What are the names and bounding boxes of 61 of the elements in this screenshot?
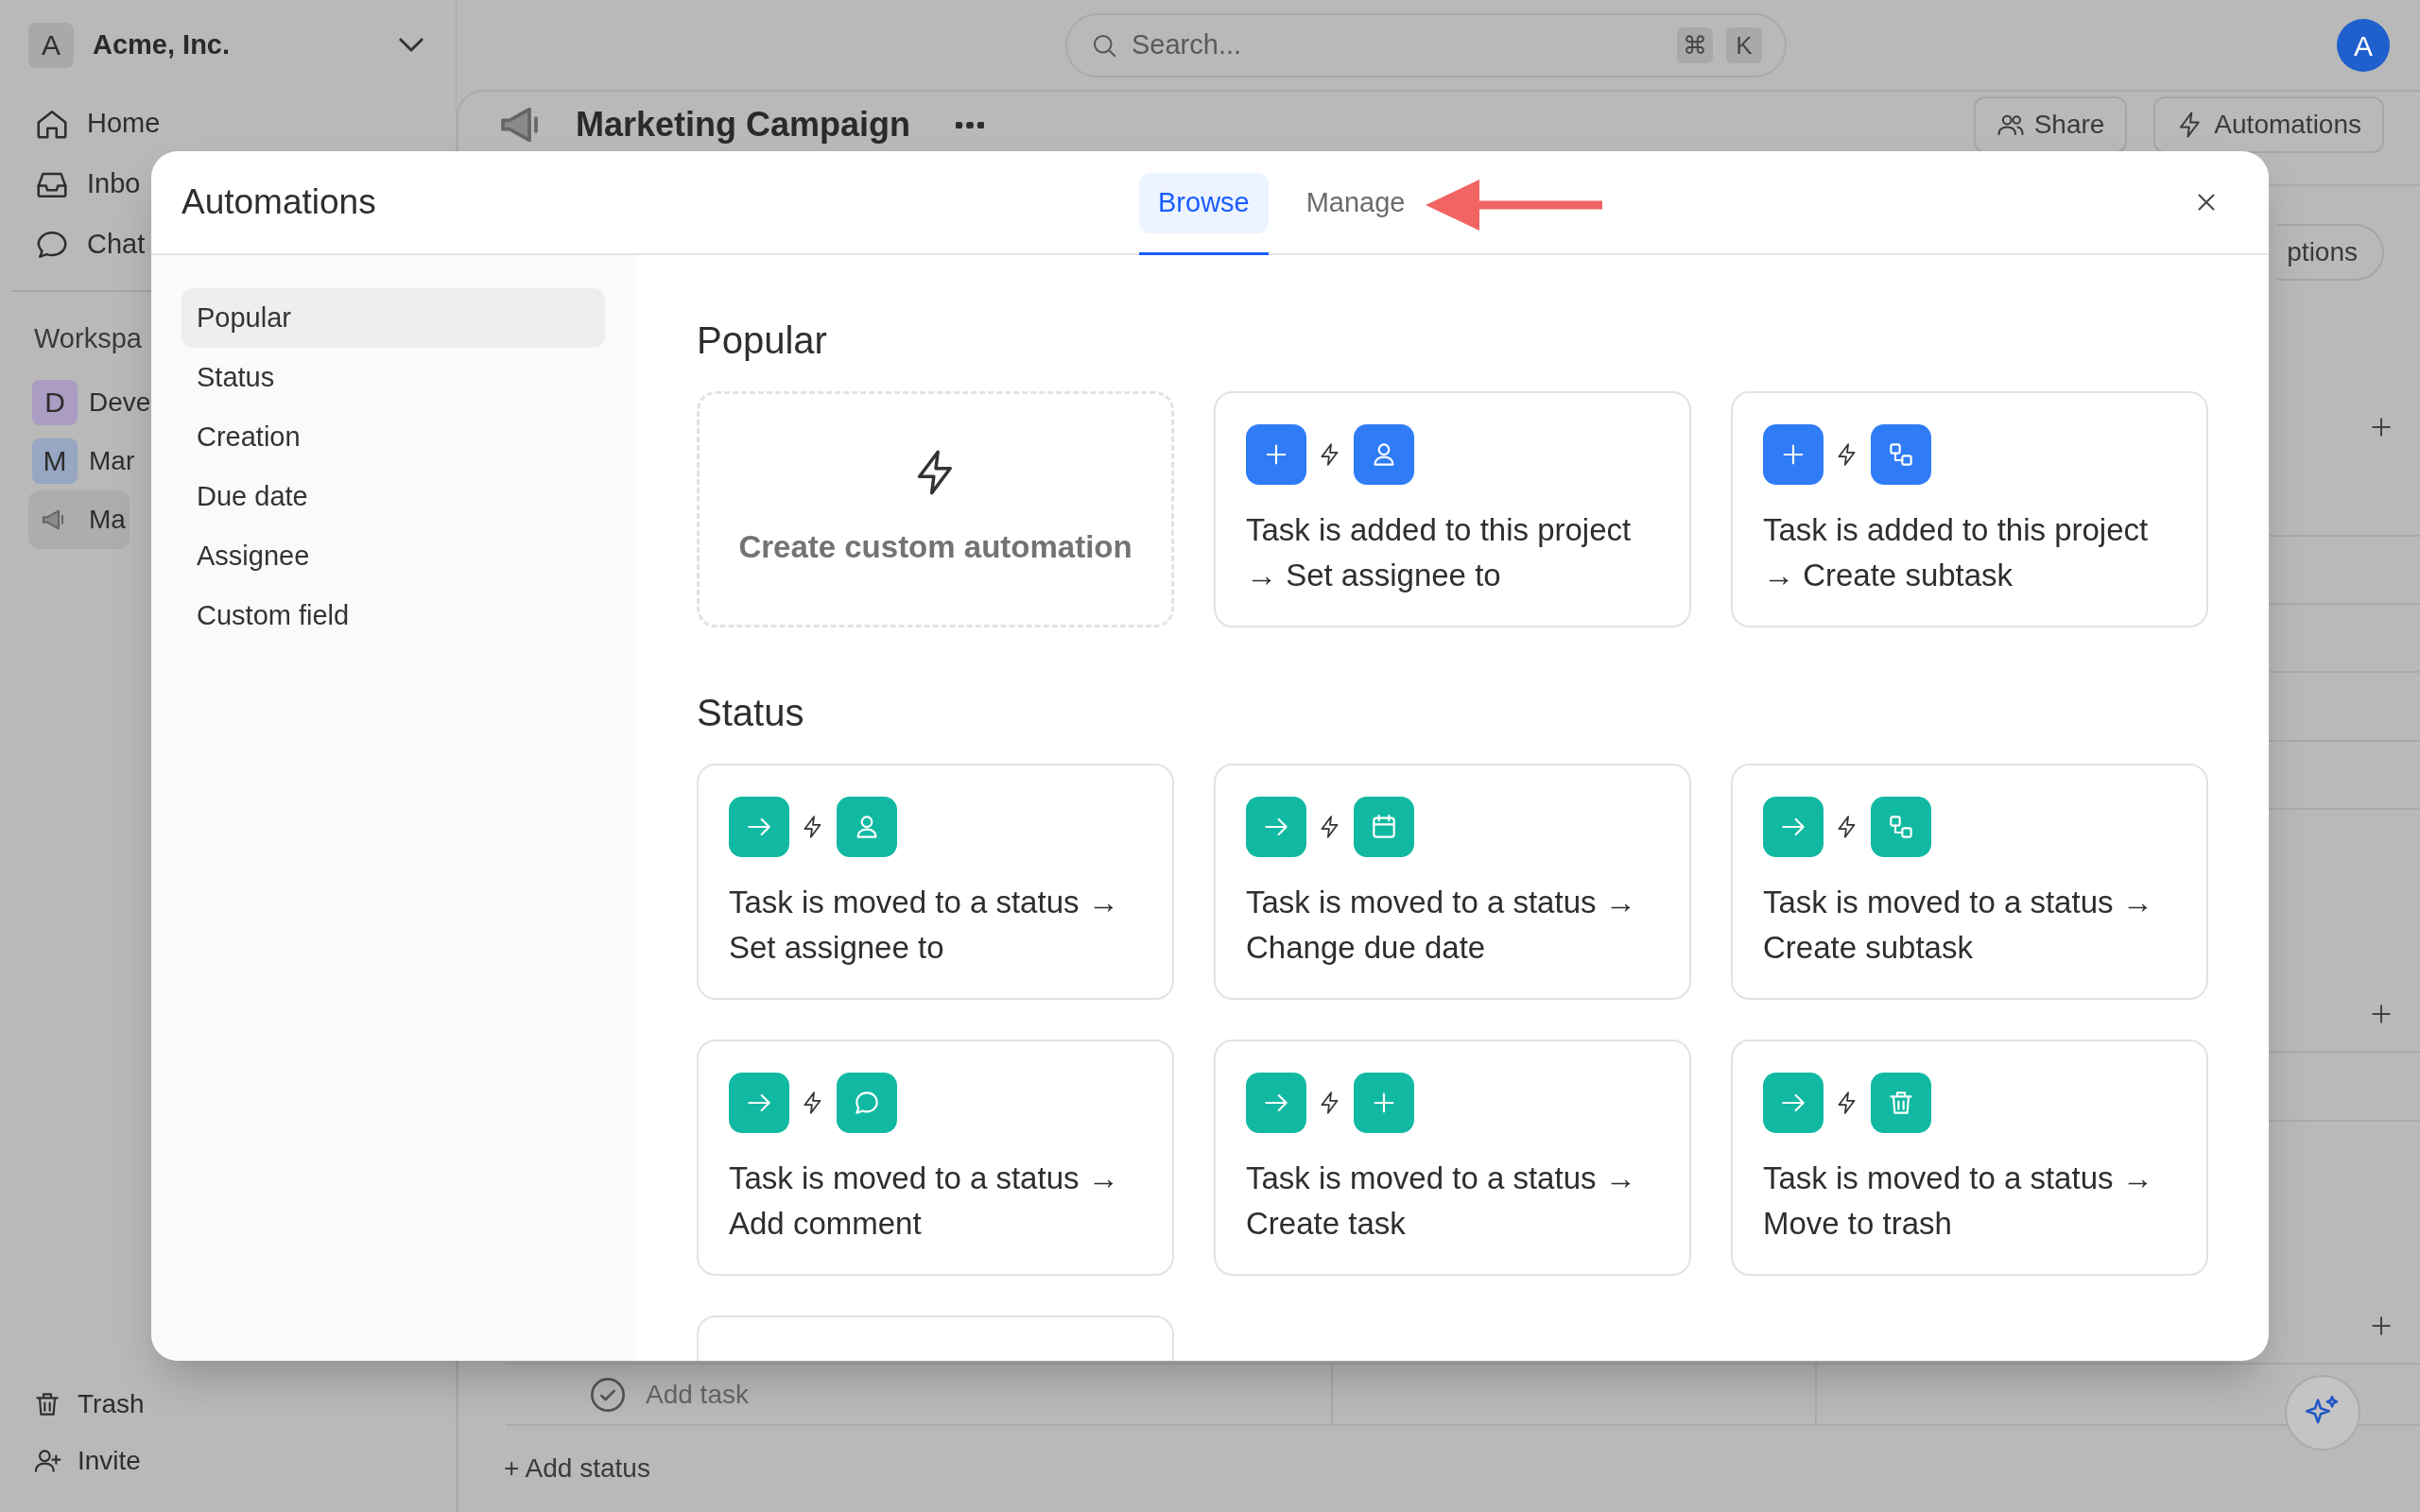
action-text: Create task xyxy=(1246,1205,1406,1243)
add-status-link[interactable]: + Add status xyxy=(504,1449,650,1488)
section-label: Workspa xyxy=(33,322,143,355)
category-item[interactable]: Popular xyxy=(182,288,605,348)
workspace-item[interactable]: D Deve xyxy=(28,372,155,432)
nav-item[interactable]: Inbo xyxy=(28,158,147,211)
automation-card[interactable]: Task is moved to a status → Create subtask xyxy=(1731,764,2208,1000)
more-button[interactable] xyxy=(956,121,985,129)
workspace-item[interactable]: M Mar xyxy=(28,431,139,490)
action-text: Set assignee to xyxy=(729,929,944,967)
nav-item[interactable]: Chat xyxy=(28,218,151,271)
automation-card[interactable]: Task is added to this project → Create subtask xyxy=(1731,391,2208,627)
automation-card[interactable]: Task is moved to a status → Change due date xyxy=(1214,764,1691,1000)
trigger-text: Task is added to this project xyxy=(1246,511,1632,549)
category-item[interactable]: Creation xyxy=(182,407,605,467)
workspace-switcher[interactable]: A Acme, Inc. xyxy=(28,0,427,90)
chevron-down-icon xyxy=(399,38,424,52)
nav-item[interactable]: Home xyxy=(28,97,166,150)
workspace-name: Acme, Inc. xyxy=(93,27,232,61)
tab[interactable]: Manage xyxy=(1287,151,1425,255)
project-title: Marketing Campaign xyxy=(576,104,911,146)
trigger-text: Task is moved to a status → xyxy=(1246,884,1636,921)
search-placeholder: Search... xyxy=(1132,28,1243,62)
action-text: Add comment xyxy=(729,1205,922,1243)
trigger-text: Task is moved to a status → xyxy=(729,884,1119,921)
trigger-text: Task is moved to a status → xyxy=(729,1160,1119,1197)
trigger-text: Task is added to this project xyxy=(1763,511,2149,549)
category-item[interactable]: Due date xyxy=(182,467,605,526)
section-title: Popular xyxy=(697,318,828,363)
workspace-item[interactable]: Ma xyxy=(28,490,130,549)
shortcut-key: K xyxy=(1726,27,1762,63)
category-item[interactable]: Assignee xyxy=(182,526,605,586)
nav-item[interactable]: Trash xyxy=(28,1376,148,1433)
trigger-text: Task is moved to a status → xyxy=(1246,1160,1636,1197)
more-icon xyxy=(956,121,985,129)
user-avatar[interactable]: A xyxy=(2337,19,2390,72)
automation-card[interactable]: Task is added to this project → Set assignee to xyxy=(1214,391,1691,627)
action-text: Change due date xyxy=(1246,929,1486,967)
trigger-text: Task is moved to a status → xyxy=(1763,1160,2153,1197)
workspace-badge: M xyxy=(32,438,78,484)
nav-item[interactable]: Invite xyxy=(28,1433,145,1489)
automation-card[interactable]: Task is moved to a status → Create task xyxy=(1214,1040,1691,1276)
search-field[interactable]: Search... ⌘ K xyxy=(1065,13,1787,77)
create-automation-card[interactable]: Create custom automation xyxy=(697,391,1174,627)
action-text: Move to trash xyxy=(1763,1205,1952,1243)
automation-card[interactable]: Task is moved to a status → Move to trash xyxy=(1731,1040,2208,1276)
automation-card[interactable]: Task is moved to a status → Add comment xyxy=(697,1040,1174,1276)
shortcut-key: ⌘ xyxy=(1677,27,1713,63)
section-title: Status xyxy=(697,691,805,735)
action-text: → Set assignee to xyxy=(1246,557,1501,594)
workspace-avatar: A xyxy=(28,22,74,68)
automation-card[interactable]: Task is moved to a status → Set assignee to xyxy=(697,764,1174,1000)
check-circle-icon xyxy=(589,1375,627,1414)
dialog-title: Automations xyxy=(182,181,377,224)
trigger-text: Task is moved to a status → xyxy=(1763,884,2153,921)
workspace-badge: D xyxy=(32,379,78,425)
category-item[interactable]: Status xyxy=(182,348,605,407)
options-button[interactable]: ptions xyxy=(2277,224,2384,281)
category-item[interactable]: Custom field xyxy=(182,586,605,645)
action-text: Create subtask xyxy=(1763,929,1973,967)
action-text: → Create subtask xyxy=(1763,557,2014,594)
